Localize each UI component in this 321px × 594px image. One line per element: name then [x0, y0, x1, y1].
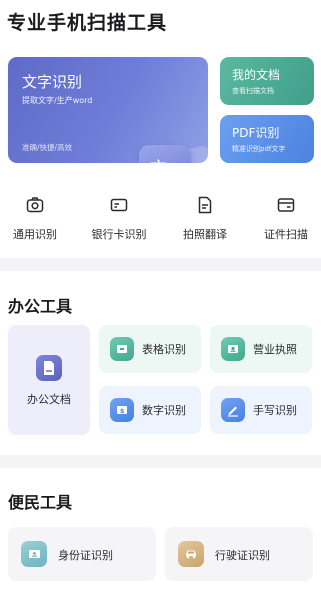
car-icon — [178, 541, 204, 567]
driving-license-recognition-card[interactable]: 行驶证识别 — [165, 527, 313, 581]
handwriting-recognition-tile[interactable]: 手写识别 — [210, 386, 312, 434]
quick-action-bank-card[interactable]: 银行卡识别 — [84, 196, 154, 242]
text-recognition-card[interactable]: 文字识别 提取文字/生产word 准确/快捷/高效 文 A — [8, 57, 208, 163]
quick-action-label: 银行卡识别 — [91, 228, 147, 241]
my-documents-title: 我的文档 — [232, 68, 281, 82]
convenience-tools-title: 便民工具 — [8, 493, 73, 512]
text-recognition-features: 准确/快捷/高效 — [22, 143, 73, 152]
quick-action-label: 通用识别 — [13, 228, 57, 241]
svg-text:$: $ — [120, 408, 124, 415]
id-card-recognition-card[interactable]: 身份证识别 — [8, 527, 156, 581]
svg-text:文: 文 — [150, 159, 167, 163]
driving-license-recognition-label: 行驶证识别 — [215, 549, 270, 562]
quick-action-label: 证件扫描 — [264, 228, 308, 241]
translate-icon: 文 A — [139, 145, 191, 163]
business-license-tile[interactable]: 营业执照 — [210, 325, 312, 373]
number-recognition-tile[interactable]: $ 数字识别 — [99, 386, 201, 434]
handwriting-recognition-label: 手写识别 — [253, 404, 297, 417]
my-documents-subtitle: 查看扫描文档 — [232, 87, 274, 95]
office-doc-icon — [36, 355, 62, 381]
pen-icon — [221, 398, 245, 422]
section-divider — [0, 455, 321, 468]
quick-action-label: 拍照翻译 — [183, 228, 227, 241]
section-divider — [0, 258, 321, 271]
bank-card-icon — [110, 198, 128, 212]
quick-action-general[interactable]: 通用识别 — [0, 196, 70, 242]
my-documents-card[interactable]: 我的文档 查看扫描文档 — [220, 57, 314, 105]
table-icon — [110, 337, 134, 361]
text-recognition-subtitle: 提取文字/生产word — [22, 96, 93, 105]
id-card-icon — [21, 541, 47, 567]
office-documents-card[interactable]: 办公文档 — [8, 325, 90, 435]
id-card-recognition-label: 身份证识别 — [58, 549, 113, 562]
table-recognition-tile[interactable]: 表格识别 — [99, 325, 201, 373]
pdf-recognition-subtitle: 精准识别pdf文字 — [232, 145, 286, 153]
office-documents-label: 办公文档 — [27, 393, 71, 406]
quick-action-photo-translate[interactable]: 拍照翻译 — [170, 196, 240, 242]
table-recognition-label: 表格识别 — [142, 343, 186, 356]
text-recognition-title: 文字识别 — [22, 73, 83, 91]
id-card-icon — [277, 198, 295, 212]
license-icon — [221, 337, 245, 361]
number-recognition-label: 数字识别 — [142, 404, 186, 417]
office-tools-title: 办公工具 — [8, 297, 73, 316]
camera-icon — [26, 197, 44, 213]
pdf-recognition-card[interactable]: PDF识别 精准识别pdf文字 — [220, 115, 314, 163]
quick-action-id-scan[interactable]: 证件扫描 — [251, 196, 321, 242]
page-title: 专业手机扫描工具 — [7, 12, 168, 34]
business-license-label: 营业执照 — [253, 343, 297, 356]
number-icon: $ — [110, 398, 134, 422]
document-icon — [198, 196, 212, 214]
pdf-recognition-title: PDF识别 — [232, 126, 280, 140]
